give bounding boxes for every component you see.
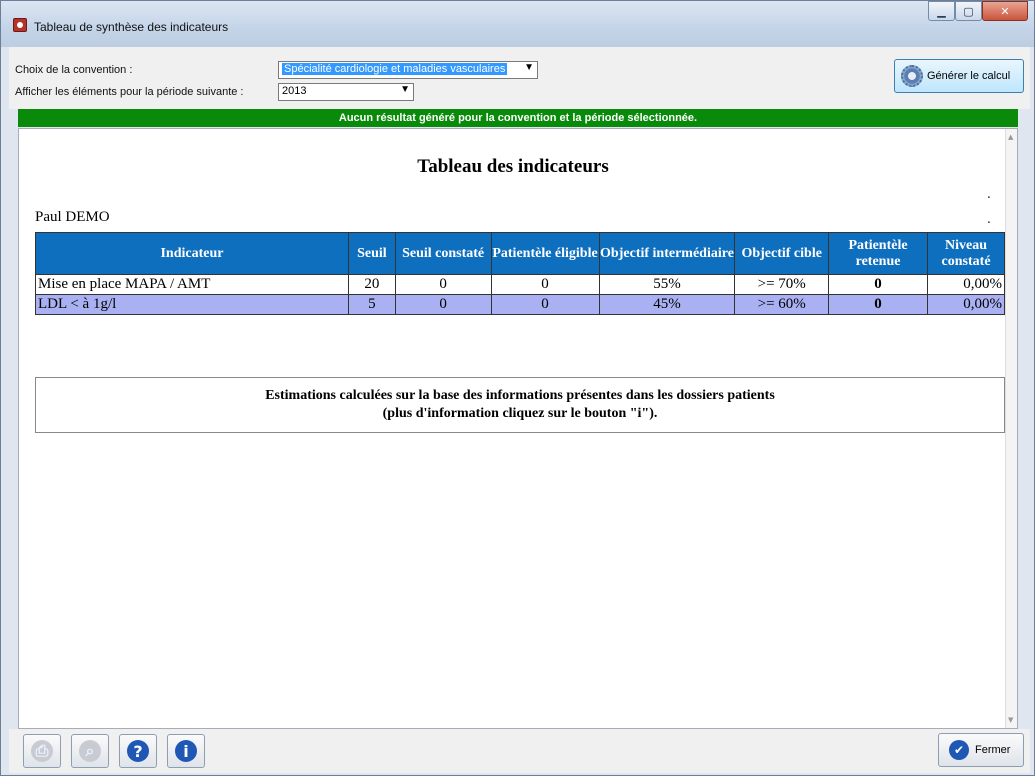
period-label: Afficher les éléments pour la période su… [15, 86, 244, 98]
table-cell: Mise en place MAPA / AMT [35, 274, 349, 295]
help-icon: ? [127, 740, 149, 762]
table-cell: 0 [490, 294, 600, 315]
table-cell: 45% [598, 294, 736, 315]
table-row: Mise en place MAPA / AMT 20 0 0 55% >= 7… [35, 274, 1005, 295]
table-cell: 0 [490, 274, 600, 295]
table-cell: LDL < à 1g/l [35, 294, 349, 315]
status-banner: Aucun résultat généré pour la convention… [18, 109, 1018, 127]
period-select[interactable]: 2013 ▼ [278, 83, 414, 101]
table-cell: 0,00% [927, 294, 1005, 315]
table-cell: >= 70% [734, 274, 829, 295]
patient-name: Paul DEMO [35, 209, 110, 225]
print-icon: ⎙ [31, 740, 53, 762]
close-window-button[interactable]: ✕ [982, 1, 1028, 21]
close-button[interactable]: ✔ Fermer [938, 733, 1024, 767]
generate-label: Générer le calcul [927, 70, 1011, 82]
close-label: Fermer [975, 744, 1011, 756]
vertical-scrollbar[interactable]: ▲ ▼ [1005, 129, 1017, 728]
window-title: Tableau de synthèse des indicateurs [34, 20, 229, 34]
maximize-button[interactable]: ▢ [955, 1, 982, 21]
table-cell: 0 [394, 274, 492, 295]
preview-button[interactable]: ⌕ [71, 734, 109, 768]
minimize-button[interactable]: ▁ [928, 1, 955, 21]
column-header: Seuil constaté [394, 232, 492, 275]
dot-marker: . [987, 212, 991, 226]
app-window: Tableau de synthèse des indicateurs ▁ ▢ … [0, 0, 1035, 776]
column-header: Patientèle retenue [827, 232, 929, 275]
column-header: Niveau constaté [927, 232, 1005, 275]
table-cell: 0 [394, 294, 492, 315]
column-header: Objectif cible [734, 232, 829, 275]
report-panel: Tableau des indicateurs . . Paul DEMO In… [18, 128, 1018, 729]
chevron-down-icon: ▼ [400, 84, 410, 95]
info-button[interactable]: i [167, 734, 205, 768]
footer-bar: ⎙ ⌕ ? i ✔ Fermer [9, 729, 1030, 773]
preview-icon: ⌕ [79, 740, 101, 762]
title-bar: Tableau de synthèse des indicateurs ▁ ▢ … [1, 1, 1034, 47]
table-cell: 0,00% [927, 274, 1005, 295]
table-cell: 0 [827, 274, 929, 295]
column-header: Objectif intermédiaire [598, 232, 736, 275]
report-title: Tableau des indicateurs [417, 156, 609, 177]
table-cell: 0 [827, 294, 929, 315]
table-header-row: Indicateur Seuil Seuil constaté Patientè… [35, 232, 1005, 275]
indicators-table: Indicateur Seuil Seuil constaté Patientè… [35, 232, 1005, 315]
check-icon: ✔ [949, 740, 969, 760]
chevron-down-icon: ▼ [524, 62, 534, 73]
convention-label: Choix de la convention : [15, 64, 133, 76]
print-button[interactable]: ⎙ [23, 734, 61, 768]
column-header: Patientèle éligible [490, 232, 600, 275]
toolbar: Choix de la convention : Spécialité card… [9, 47, 1030, 109]
convention-select[interactable]: Spécialité cardiologie et maladies vascu… [278, 61, 538, 79]
note-line: Estimations calculées sur la base des in… [265, 388, 775, 403]
scroll-up-icon[interactable]: ▲ [1008, 133, 1013, 141]
estimation-note: Estimations calculées sur la base des in… [35, 377, 1005, 433]
gear-icon [901, 65, 923, 87]
period-value: 2013 [282, 85, 307, 97]
table-cell: 20 [347, 274, 396, 295]
help-button[interactable]: ? [119, 734, 157, 768]
scroll-down-icon[interactable]: ▼ [1008, 716, 1013, 724]
convention-value: Spécialité cardiologie et maladies vascu… [282, 63, 508, 75]
column-header: Seuil [347, 232, 396, 275]
info-icon: i [175, 740, 197, 762]
table-row: LDL < à 1g/l 5 0 0 45% >= 60% 0 0,00% [35, 294, 1005, 315]
note-line: (plus d'information cliquez sur le bouto… [382, 406, 658, 421]
table-cell: 55% [598, 274, 736, 295]
dot-marker: . [987, 187, 991, 201]
table-cell: >= 60% [734, 294, 829, 315]
column-header: Indicateur [35, 232, 349, 275]
generate-button[interactable]: Générer le calcul [894, 59, 1024, 93]
app-icon [13, 18, 27, 32]
table-cell: 5 [347, 294, 396, 315]
